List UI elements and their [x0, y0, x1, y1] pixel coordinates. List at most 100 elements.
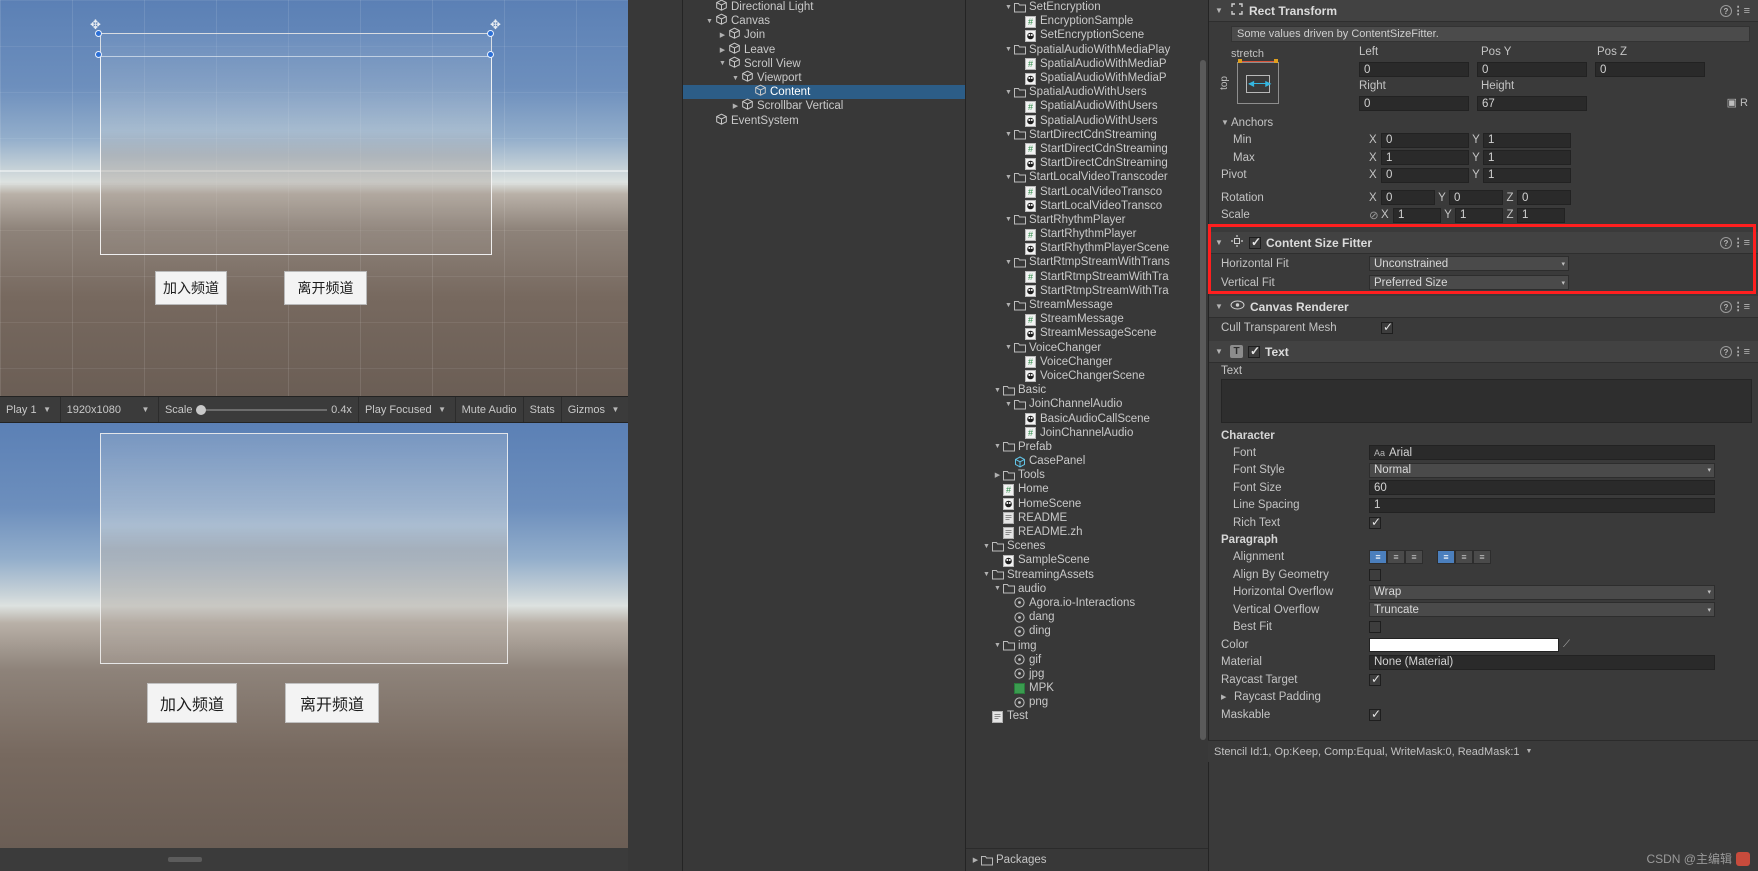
project-item[interactable]: # VoiceChanger [966, 355, 1208, 369]
chevron-down-icon[interactable]: ▼ [1003, 131, 1014, 138]
hierarchy-item-directional-light[interactable]: Directional Light [683, 0, 965, 14]
vertical-overflow-dropdown[interactable]: Truncate [1369, 602, 1715, 618]
rect-handle-top-right[interactable] [487, 30, 494, 37]
posz-field[interactable]: 0 [1595, 62, 1705, 77]
project-item[interactable]: ▼ SpatialAudioWithUsers [966, 85, 1208, 99]
font-style-dropdown[interactable]: Normal [1369, 462, 1715, 478]
foldout-icon[interactable]: ▼ [1215, 302, 1225, 311]
project-item[interactable]: SetEncryptionScene [966, 28, 1208, 42]
help-icon[interactable]: ? [1720, 4, 1732, 17]
project-item[interactable]: ▼ audio [966, 582, 1208, 596]
hierarchy-item-scrollbar-vertical[interactable]: ▶ Scrollbar Vertical [683, 99, 965, 113]
height-field[interactable]: 67 [1477, 96, 1587, 111]
project-item[interactable]: VoiceChangerScene [966, 369, 1208, 383]
component-menu-icon[interactable]: ⋮≡ [1733, 300, 1750, 313]
help-icon[interactable]: ? [1720, 345, 1732, 358]
foldout-icon[interactable]: ▼ [1215, 347, 1225, 356]
project-item[interactable]: png [966, 695, 1208, 709]
project-item[interactable]: ▼ StreamMessage [966, 298, 1208, 312]
project-item[interactable]: ▼ StartDirectCdnStreaming [966, 128, 1208, 142]
stats-button[interactable]: Stats [524, 397, 562, 422]
rect-handle-top-left[interactable] [95, 30, 102, 37]
chevron-down-icon[interactable]: ▼ [1003, 46, 1014, 53]
anchor-min-x-field[interactable]: 0 [1381, 132, 1469, 148]
chevron-down-icon[interactable]: ▼ [992, 387, 1003, 394]
project-item[interactable]: ▼ StreamingAssets [966, 568, 1208, 582]
project-item[interactable]: ▼ SpatialAudioWithMediaPlay [966, 43, 1208, 57]
maskable-checkbox[interactable] [1369, 707, 1381, 721]
project-item[interactable]: StartDirectCdnStreaming [966, 156, 1208, 170]
chevron-down-icon[interactable]: ▼ [1003, 401, 1014, 408]
chevron-right-icon[interactable]: ▶ [992, 471, 1003, 479]
foldout-icon[interactable]: ▼ [1215, 238, 1225, 247]
project-item[interactable]: # StartDirectCdnStreaming [966, 142, 1208, 156]
rich-text-checkbox[interactable] [1369, 515, 1381, 529]
chevron-right-icon[interactable]: ▶ [970, 856, 981, 864]
project-item[interactable]: StartRtmpStreamWithTra [966, 284, 1208, 298]
hierarchy-panel[interactable]: Directional Light ▼ Canvas ▶ Join ▶ Leave ▼ Scro… [682, 0, 965, 871]
project-item[interactable]: ▼ Basic [966, 383, 1208, 397]
project-scrollbar[interactable] [1200, 60, 1206, 740]
project-item[interactable]: Test [966, 709, 1208, 723]
hierarchy-item-join[interactable]: ▶ Join [683, 28, 965, 42]
scale-x-field[interactable]: 1 [1393, 207, 1441, 223]
color-swatch[interactable] [1369, 637, 1559, 652]
project-item[interactable]: CasePanel [966, 454, 1208, 468]
pivot-x-field[interactable]: 0 [1381, 167, 1469, 183]
cull-transparent-mesh-checkbox[interactable] [1381, 320, 1393, 334]
help-icon[interactable]: ? [1720, 300, 1732, 313]
project-item[interactable]: MPK [966, 681, 1208, 695]
chevron-down-icon[interactable]: ▼ [1003, 259, 1014, 266]
content-size-fitter-enabled-checkbox[interactable] [1249, 235, 1261, 249]
game-view[interactable]: 加入频道 离开频道 [0, 423, 628, 848]
align-by-geometry-checkbox[interactable] [1369, 568, 1381, 581]
rotation-z-field[interactable]: 0 [1517, 190, 1571, 206]
chevron-down-icon[interactable]: ▼ [717, 60, 728, 67]
pivot-y-field[interactable]: 1 [1483, 167, 1571, 183]
link-off-icon[interactable]: ⊘ [1369, 208, 1381, 222]
project-item[interactable]: BasicAudioCallScene [966, 411, 1208, 426]
chevron-down-icon[interactable]: ▼ [981, 543, 992, 550]
project-item[interactable]: ▼ SetEncryption [966, 0, 1208, 14]
project-item[interactable]: # JoinChannelAudio [966, 426, 1208, 440]
font-object-field[interactable]: Aa Arial [1369, 445, 1715, 461]
left-field[interactable]: 0 [1359, 62, 1469, 77]
hierarchy-item-viewport[interactable]: ▼ Viewport [683, 70, 965, 85]
project-item[interactable]: # Home [966, 482, 1208, 496]
project-item[interactable]: ▼ JoinChannelAudio [966, 397, 1208, 411]
text-component-header[interactable]: ▼ T Text ? ⋮≡ [1209, 341, 1758, 363]
project-item[interactable]: SpatialAudioWithMediaP [966, 71, 1208, 85]
canvas-renderer-header[interactable]: ▼ Canvas Renderer ? ⋮≡ [1209, 296, 1758, 318]
project-item[interactable]: jpg [966, 667, 1208, 681]
chevron-down-icon[interactable]: ▼ [992, 642, 1003, 649]
hierarchy-item-canvas[interactable]: ▼ Canvas [683, 13, 965, 28]
raycast-target-checkbox[interactable] [1369, 672, 1381, 686]
anchors-foldout-row[interactable]: ▼ Anchors [1209, 114, 1758, 132]
rotation-y-field[interactable]: 0 [1449, 190, 1503, 206]
align-right-button[interactable]: ≡ [1405, 550, 1423, 565]
project-item[interactable]: # StartLocalVideoTransco [966, 184, 1208, 199]
project-panel[interactable]: ▼ SetEncryption # EncryptionSample SetEncryp… [965, 0, 1208, 871]
chevron-down-icon[interactable]: ▼ [1003, 216, 1014, 223]
chevron-down-icon[interactable]: ▼ [1003, 344, 1014, 351]
rect-handle-mid-left[interactable] [95, 51, 102, 58]
game-leave-channel-button[interactable]: 离开频道 [285, 683, 379, 723]
content-size-fitter-header[interactable]: ▼ Content Size Fitter ? ⋮≡ [1209, 232, 1758, 254]
project-item[interactable]: ▼ Scenes [966, 539, 1208, 553]
gizmos-dropdown[interactable]: Gizmos ▼ [562, 397, 628, 422]
resolution-dropdown[interactable]: 1920x1080 ▼ [61, 397, 159, 422]
rotation-x-field[interactable]: 0 [1381, 190, 1435, 206]
chevron-down-icon[interactable]: ▼ [1003, 174, 1014, 181]
project-item[interactable]: gif [966, 653, 1208, 667]
hierarchy-item-eventsystem[interactable]: EventSystem [683, 113, 965, 128]
project-item[interactable]: HomeScene [966, 497, 1208, 511]
text-enabled-checkbox[interactable] [1248, 344, 1260, 358]
project-item[interactable]: SpatialAudioWithUsers [966, 114, 1208, 128]
chevron-down-icon[interactable]: ▼ [992, 443, 1003, 450]
align-left-button[interactable]: ≡ [1369, 550, 1387, 565]
project-item[interactable]: README [966, 511, 1208, 525]
horizontal-overflow-dropdown[interactable]: Wrap [1369, 584, 1715, 600]
chevron-down-icon[interactable]: ▼ [992, 585, 1003, 592]
project-item[interactable]: README.zh [966, 525, 1208, 539]
play-mode-dropdown[interactable]: Play Focused ▼ [359, 397, 456, 422]
